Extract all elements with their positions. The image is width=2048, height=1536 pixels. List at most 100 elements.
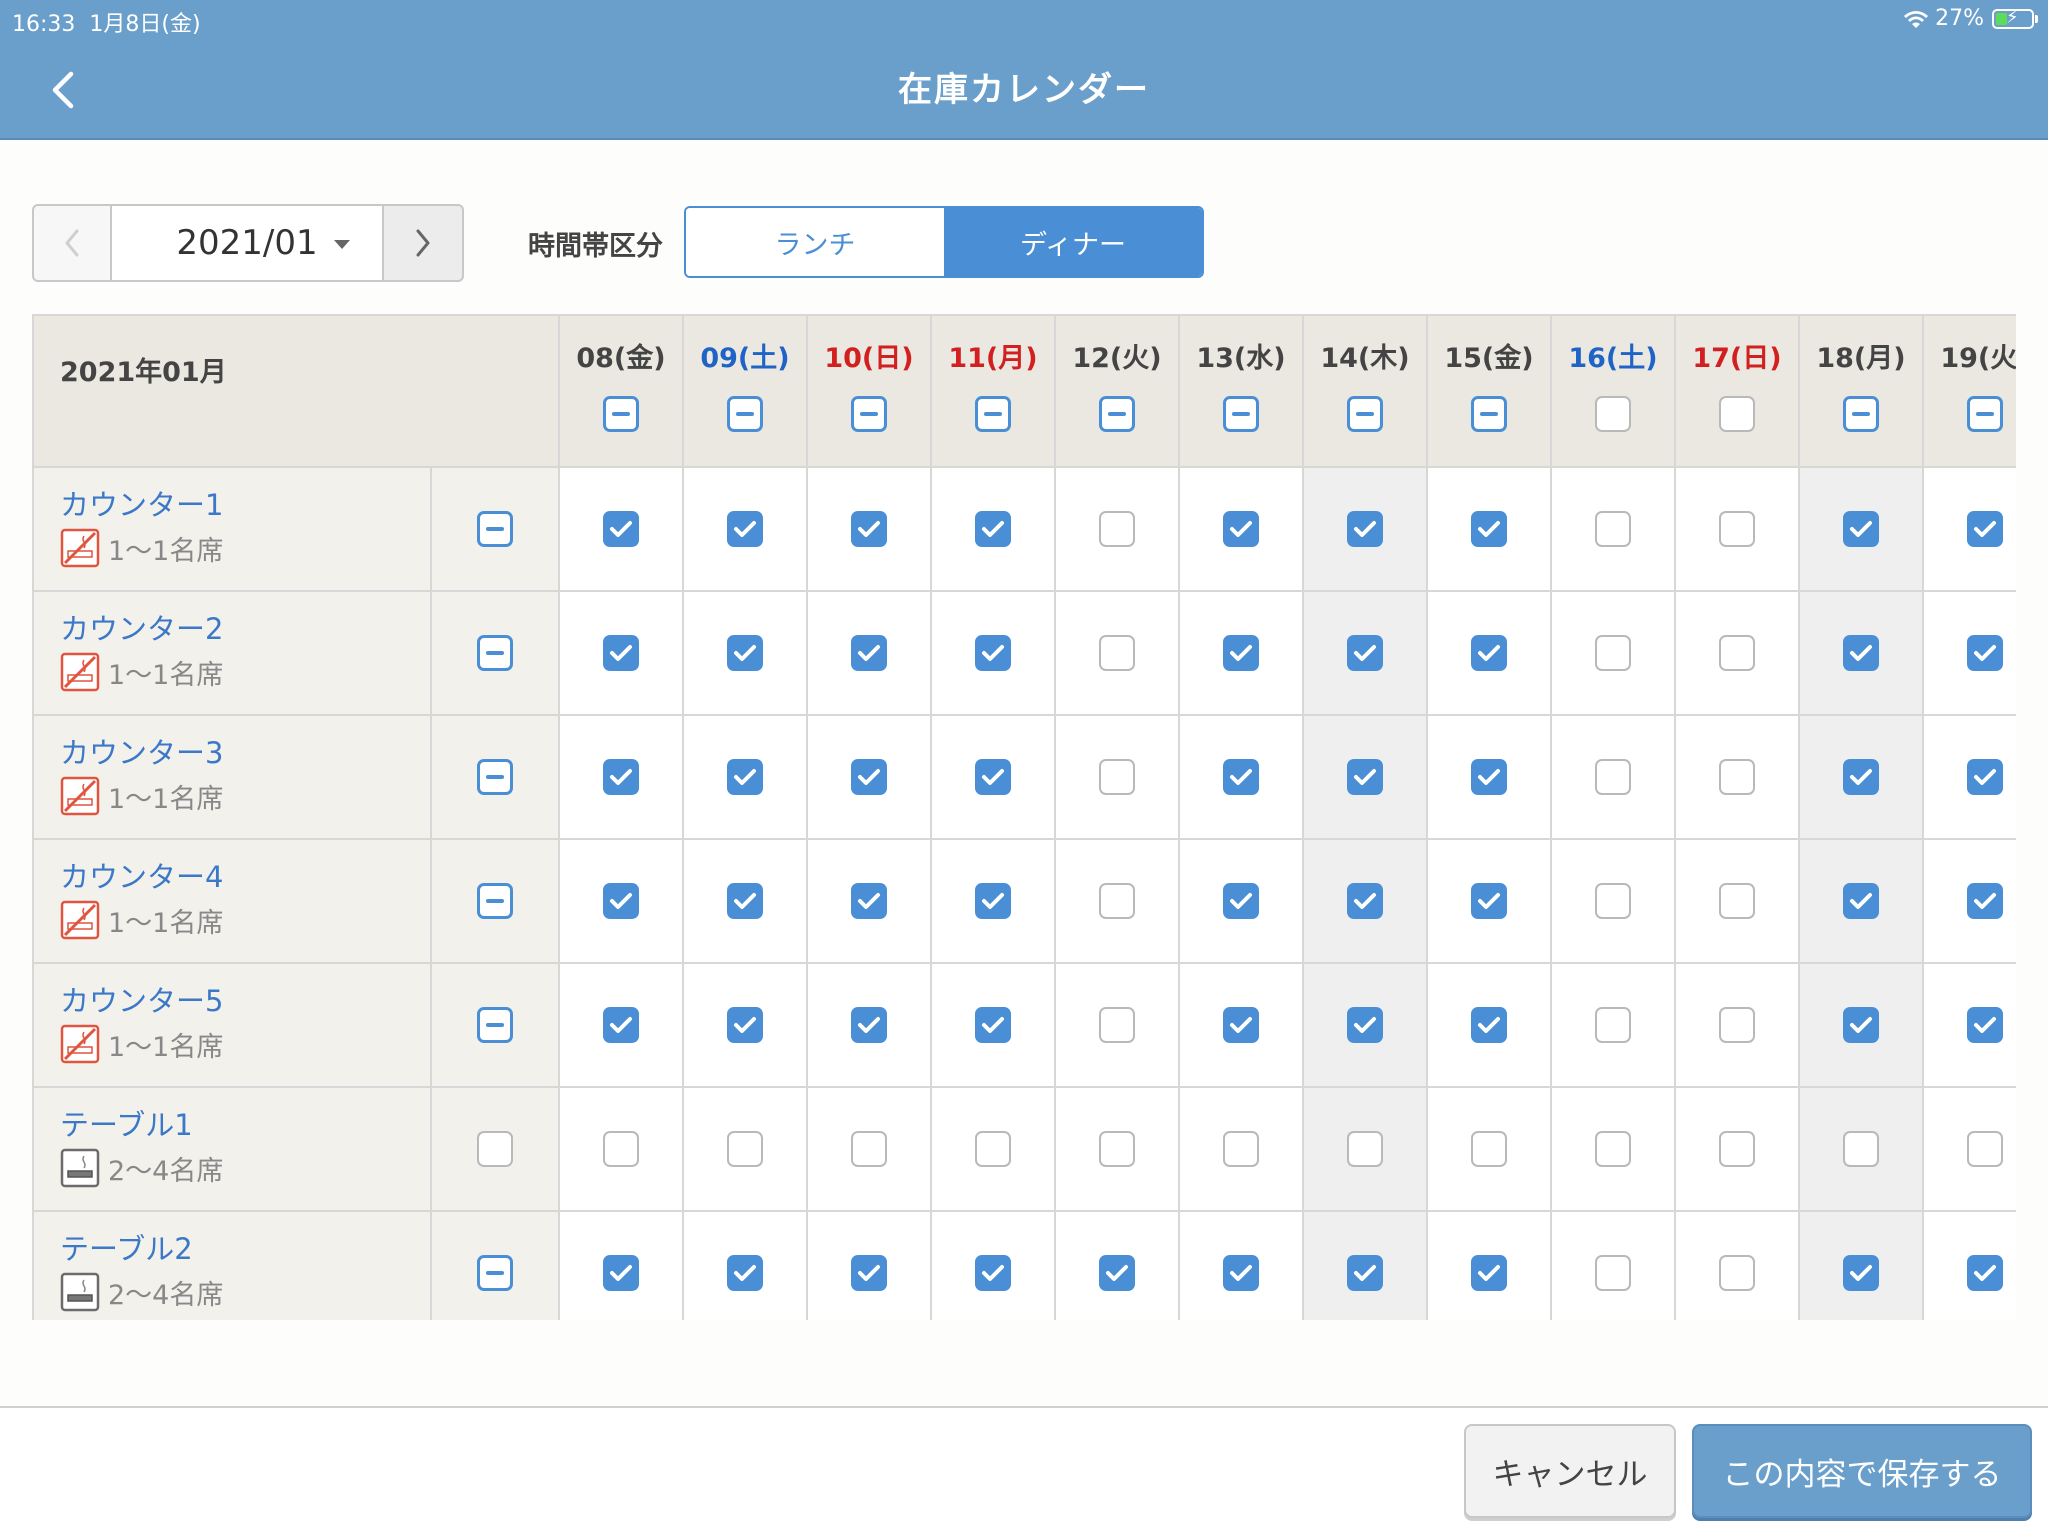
day-availability-checkbox[interactable] xyxy=(851,1131,887,1167)
prev-month-button[interactable] xyxy=(32,204,112,282)
day-toggle-checkbox[interactable] xyxy=(1223,396,1259,432)
day-availability-checkbox[interactable] xyxy=(975,635,1011,671)
day-availability-checkbox[interactable] xyxy=(851,1255,887,1291)
day-availability-checkbox[interactable] xyxy=(1223,1255,1259,1291)
cancel-button[interactable]: キャンセル xyxy=(1464,1424,1676,1518)
day-toggle-checkbox[interactable] xyxy=(1347,396,1383,432)
day-availability-checkbox[interactable] xyxy=(1099,1007,1135,1043)
day-availability-checkbox[interactable] xyxy=(1347,1131,1383,1167)
day-availability-checkbox[interactable] xyxy=(603,759,639,795)
day-availability-checkbox[interactable] xyxy=(1471,1131,1507,1167)
day-availability-checkbox[interactable] xyxy=(727,759,763,795)
day-availability-checkbox[interactable] xyxy=(851,635,887,671)
day-availability-checkbox[interactable] xyxy=(1719,759,1755,795)
day-availability-checkbox[interactable] xyxy=(1719,1255,1755,1291)
day-availability-checkbox[interactable] xyxy=(727,883,763,919)
seat-name-link[interactable]: カウンター4 xyxy=(60,854,223,896)
day-availability-checkbox[interactable] xyxy=(1099,1255,1135,1291)
day-availability-checkbox[interactable] xyxy=(1099,883,1135,919)
day-availability-checkbox[interactable] xyxy=(975,1131,1011,1167)
row-toggle-checkbox[interactable] xyxy=(477,635,513,671)
day-availability-checkbox[interactable] xyxy=(1595,883,1631,919)
day-availability-checkbox[interactable] xyxy=(1967,883,2003,919)
day-availability-checkbox[interactable] xyxy=(851,883,887,919)
day-availability-checkbox[interactable] xyxy=(1843,635,1879,671)
day-toggle-checkbox[interactable] xyxy=(1099,396,1135,432)
day-availability-checkbox[interactable] xyxy=(1471,1007,1507,1043)
day-availability-checkbox[interactable] xyxy=(851,759,887,795)
day-availability-checkbox[interactable] xyxy=(1843,1007,1879,1043)
day-availability-checkbox[interactable] xyxy=(975,1007,1011,1043)
day-availability-checkbox[interactable] xyxy=(975,883,1011,919)
day-availability-checkbox[interactable] xyxy=(603,1131,639,1167)
day-availability-checkbox[interactable] xyxy=(1347,1255,1383,1291)
day-availability-checkbox[interactable] xyxy=(1967,1131,2003,1167)
day-availability-checkbox[interactable] xyxy=(1223,635,1259,671)
day-toggle-checkbox[interactable] xyxy=(1595,396,1631,432)
day-toggle-checkbox[interactable] xyxy=(1719,396,1755,432)
day-availability-checkbox[interactable] xyxy=(1223,759,1259,795)
day-availability-checkbox[interactable] xyxy=(1471,511,1507,547)
tab-dinner[interactable]: ディナー xyxy=(944,208,1202,276)
day-availability-checkbox[interactable] xyxy=(1595,1131,1631,1167)
day-availability-checkbox[interactable] xyxy=(727,1255,763,1291)
day-availability-checkbox[interactable] xyxy=(1967,1255,2003,1291)
day-toggle-checkbox[interactable] xyxy=(603,396,639,432)
day-availability-checkbox[interactable] xyxy=(1347,635,1383,671)
day-availability-checkbox[interactable] xyxy=(603,883,639,919)
day-availability-checkbox[interactable] xyxy=(603,1255,639,1291)
day-availability-checkbox[interactable] xyxy=(1843,883,1879,919)
seat-name-link[interactable]: カウンター5 xyxy=(60,978,223,1020)
month-select[interactable]: 2021/01 xyxy=(112,204,382,282)
day-availability-checkbox[interactable] xyxy=(1719,883,1755,919)
day-availability-checkbox[interactable] xyxy=(1719,511,1755,547)
day-availability-checkbox[interactable] xyxy=(727,1007,763,1043)
day-availability-checkbox[interactable] xyxy=(975,759,1011,795)
seat-name-link[interactable]: カウンター2 xyxy=(60,606,223,648)
seat-name-link[interactable]: テーブル2 xyxy=(60,1226,193,1268)
day-availability-checkbox[interactable] xyxy=(1347,1007,1383,1043)
day-availability-checkbox[interactable] xyxy=(1223,511,1259,547)
seat-name-link[interactable]: テーブル1 xyxy=(60,1102,193,1144)
day-availability-checkbox[interactable] xyxy=(1099,511,1135,547)
next-month-button[interactable] xyxy=(382,204,464,282)
day-availability-checkbox[interactable] xyxy=(1843,511,1879,547)
day-availability-checkbox[interactable] xyxy=(1843,1255,1879,1291)
day-availability-checkbox[interactable] xyxy=(1347,883,1383,919)
day-availability-checkbox[interactable] xyxy=(975,1255,1011,1291)
row-toggle-checkbox[interactable] xyxy=(477,1007,513,1043)
day-availability-checkbox[interactable] xyxy=(851,1007,887,1043)
day-availability-checkbox[interactable] xyxy=(603,635,639,671)
day-availability-checkbox[interactable] xyxy=(1719,1007,1755,1043)
day-availability-checkbox[interactable] xyxy=(1967,759,2003,795)
day-availability-checkbox[interactable] xyxy=(1347,511,1383,547)
day-availability-checkbox[interactable] xyxy=(1471,883,1507,919)
day-availability-checkbox[interactable] xyxy=(1843,759,1879,795)
day-availability-checkbox[interactable] xyxy=(1719,635,1755,671)
day-availability-checkbox[interactable] xyxy=(727,511,763,547)
day-availability-checkbox[interactable] xyxy=(1967,511,2003,547)
day-availability-checkbox[interactable] xyxy=(1595,1007,1631,1043)
row-toggle-checkbox[interactable] xyxy=(477,511,513,547)
day-availability-checkbox[interactable] xyxy=(1967,1007,2003,1043)
day-availability-checkbox[interactable] xyxy=(851,511,887,547)
day-toggle-checkbox[interactable] xyxy=(727,396,763,432)
day-availability-checkbox[interactable] xyxy=(1471,635,1507,671)
day-availability-checkbox[interactable] xyxy=(1347,759,1383,795)
row-toggle-checkbox[interactable] xyxy=(477,883,513,919)
day-toggle-checkbox[interactable] xyxy=(975,396,1011,432)
save-button[interactable]: この内容で保存する xyxy=(1692,1424,2032,1518)
day-availability-checkbox[interactable] xyxy=(975,511,1011,547)
day-availability-checkbox[interactable] xyxy=(1719,1131,1755,1167)
seat-name-link[interactable]: カウンター1 xyxy=(60,482,223,524)
day-availability-checkbox[interactable] xyxy=(1595,511,1631,547)
day-availability-checkbox[interactable] xyxy=(1471,1255,1507,1291)
day-availability-checkbox[interactable] xyxy=(1595,1255,1631,1291)
day-availability-checkbox[interactable] xyxy=(1223,1007,1259,1043)
row-toggle-checkbox[interactable] xyxy=(477,759,513,795)
day-toggle-checkbox[interactable] xyxy=(1843,396,1879,432)
day-availability-checkbox[interactable] xyxy=(1099,1131,1135,1167)
day-availability-checkbox[interactable] xyxy=(727,635,763,671)
day-availability-checkbox[interactable] xyxy=(603,1007,639,1043)
tab-lunch[interactable]: ランチ xyxy=(686,208,944,276)
